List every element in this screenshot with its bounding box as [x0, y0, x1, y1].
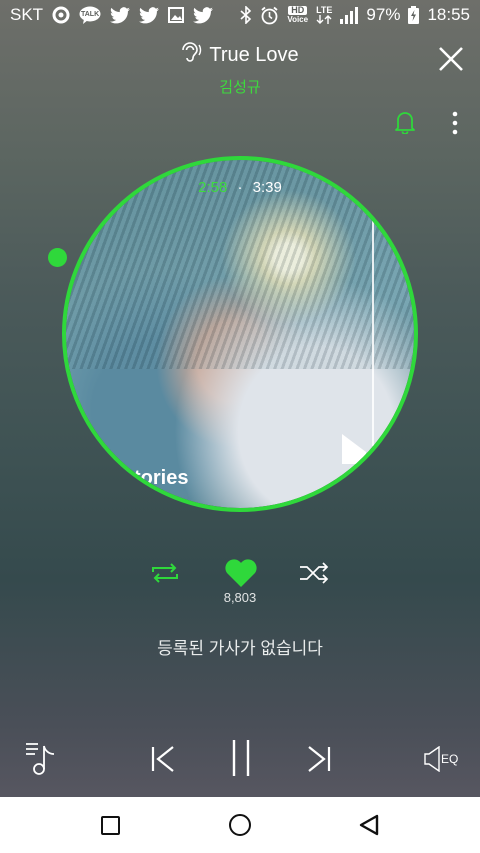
kakaotalk-icon: TALK — [79, 6, 101, 24]
shuffle-icon[interactable] — [298, 562, 332, 584]
lyrics-message[interactable]: 등록된 가사가 없습니다 — [0, 634, 480, 659]
album-disc[interactable]: tories 2:58 · 3:39 — [62, 156, 418, 512]
title-row: True Love — [0, 42, 480, 68]
eq-icon[interactable]: EQ — [424, 744, 460, 774]
artist-name[interactable]: 김성규 — [0, 76, 480, 97]
twitter-icon — [193, 6, 214, 24]
current-time: 2:58 — [198, 179, 228, 196]
playback-controls: EQ — [0, 734, 480, 784]
navigation-bar — [0, 797, 480, 853]
progress-ring[interactable] — [62, 156, 418, 512]
next-icon[interactable] — [306, 744, 332, 774]
pause-icon[interactable] — [230, 738, 252, 778]
more-icon[interactable] — [450, 110, 460, 136]
hd-voice-icon: HD Voice — [287, 6, 309, 25]
total-time: 3:39 — [252, 179, 282, 196]
recents-icon[interactable] — [101, 816, 120, 835]
song-header: True Love 김성규 — [0, 42, 480, 97]
alarm-icon — [260, 6, 279, 25]
bluetooth-icon — [240, 6, 252, 24]
time-display: 2:58 · 3:39 — [62, 179, 418, 196]
close-icon[interactable] — [438, 46, 464, 72]
battery-icon — [408, 6, 420, 24]
like-count: 8,803 — [223, 590, 257, 605]
clock-time: 18:55 — [427, 5, 470, 24]
back-icon[interactable] — [358, 814, 380, 836]
battery-percent: 97% — [366, 5, 401, 24]
eq-label: EQ — [441, 752, 459, 766]
bell-icon[interactable] — [394, 110, 418, 136]
lte-icon: LTE — [316, 6, 332, 24]
twitter-icon — [110, 6, 131, 24]
lte-label: LTE — [316, 5, 333, 15]
talk-label: TALK — [80, 10, 100, 18]
progress-handle[interactable] — [48, 248, 67, 267]
signal-icon — [340, 6, 359, 24]
twitter-icon — [139, 6, 160, 24]
home-icon[interactable] — [229, 814, 251, 836]
voice-label: Voice — [287, 15, 309, 24]
target-icon — [52, 6, 70, 24]
time-separator: · — [237, 179, 243, 196]
heart-icon[interactable] — [224, 558, 258, 588]
carrier-label: SKT — [10, 5, 44, 24]
action-row: 8,803 — [0, 556, 480, 606]
playlist-icon[interactable] — [24, 740, 60, 776]
previous-icon[interactable] — [150, 744, 176, 774]
repeat-icon[interactable] — [148, 562, 182, 584]
hd-label: HD — [288, 6, 308, 15]
status-bar: SKT TALK HD Voice LTE 97% 18:55 — [0, 0, 480, 30]
listen-icon — [181, 42, 203, 68]
song-title: True Love — [209, 43, 299, 66]
gallery-icon — [168, 7, 185, 23]
